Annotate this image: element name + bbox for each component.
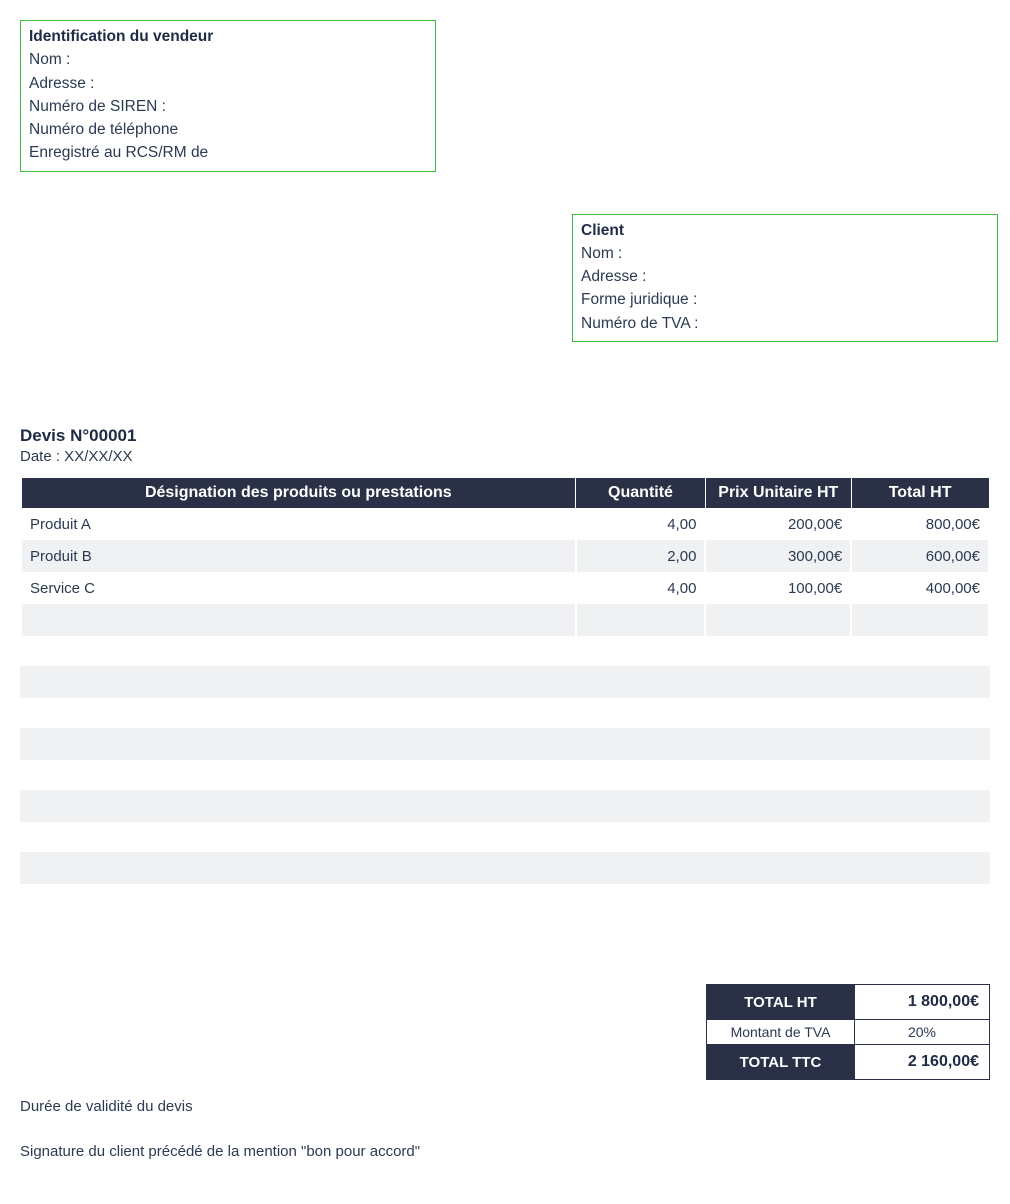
vendor-box: Identification du vendeur Nom : Adresse … [20, 20, 436, 172]
items-table: Désignation des produits ou prestations … [20, 477, 990, 637]
client-address-label: Adresse : [581, 265, 989, 288]
cell-total [851, 604, 989, 636]
col-quantity: Quantité [576, 477, 706, 508]
empty-row [20, 790, 990, 822]
signature-text: Signature du client précédé de la mentio… [20, 1143, 990, 1160]
cell-unit-price: 100,00€ [705, 572, 851, 604]
total-ttc-row: TOTAL TTC 2 160,00€ [707, 1045, 990, 1080]
cell-description: Produit A [21, 508, 576, 540]
total-ht-row: TOTAL HT 1 800,00€ [707, 985, 990, 1020]
cell-total: 400,00€ [851, 572, 989, 604]
empty-row [20, 728, 990, 760]
validity-text: Durée de validité du devis [20, 1098, 990, 1115]
client-vat-label: Numéro de TVA : [581, 312, 989, 335]
cell-total: 600,00€ [851, 540, 989, 572]
table-row: Service C 4,00 100,00€ 400,00€ [21, 572, 989, 604]
col-description: Désignation des produits ou prestations [21, 477, 576, 508]
table-row: Produit B 2,00 300,00€ 600,00€ [21, 540, 989, 572]
empty-rows-area [20, 666, 990, 884]
col-total: Total HT [851, 477, 989, 508]
vendor-title: Identification du vendeur [29, 25, 427, 48]
vat-label: Montant de TVA [707, 1020, 855, 1045]
client-name-label: Nom : [581, 242, 989, 265]
vendor-phone-label: Numéro de téléphone [29, 118, 427, 141]
empty-row [20, 852, 990, 884]
cell-description: Service C [21, 572, 576, 604]
table-row: Produit A 4,00 200,00€ 800,00€ [21, 508, 989, 540]
quote-number: Devis N°00001 [20, 426, 990, 446]
total-ht-value: 1 800,00€ [855, 985, 990, 1020]
total-ttc-label: TOTAL TTC [707, 1045, 855, 1080]
cell-unit-price: 300,00€ [705, 540, 851, 572]
cell-unit-price [705, 604, 851, 636]
totals-table: TOTAL HT 1 800,00€ Montant de TVA 20% TO… [706, 984, 990, 1080]
cell-total: 800,00€ [851, 508, 989, 540]
cell-description: Produit B [21, 540, 576, 572]
client-title: Client [581, 219, 989, 242]
quote-date: Date : XX/XX/XX [20, 448, 990, 465]
cell-quantity: 2,00 [576, 540, 706, 572]
quote-header: Devis N°00001 Date : XX/XX/XX [20, 426, 990, 465]
items-header-row: Désignation des produits ou prestations … [21, 477, 989, 508]
vat-row: Montant de TVA 20% [707, 1020, 990, 1045]
vendor-rcs-label: Enregistré au RCS/RM de [29, 141, 427, 164]
table-row [21, 604, 989, 636]
client-box: Client Nom : Adresse : Forme juridique :… [572, 214, 998, 342]
total-ht-label: TOTAL HT [707, 985, 855, 1020]
vendor-name-label: Nom : [29, 48, 427, 71]
vendor-address-label: Adresse : [29, 72, 427, 95]
col-unit-price: Prix Unitaire HT [705, 477, 851, 508]
cell-description [21, 604, 576, 636]
cell-quantity: 4,00 [576, 508, 706, 540]
total-ttc-value: 2 160,00€ [855, 1045, 990, 1080]
client-legal-form-label: Forme juridique : [581, 288, 989, 311]
cell-quantity: 4,00 [576, 572, 706, 604]
cell-quantity [576, 604, 706, 636]
vendor-siren-label: Numéro de SIREN : [29, 95, 427, 118]
cell-unit-price: 200,00€ [705, 508, 851, 540]
vat-value: 20% [855, 1020, 990, 1045]
empty-row [20, 666, 990, 698]
